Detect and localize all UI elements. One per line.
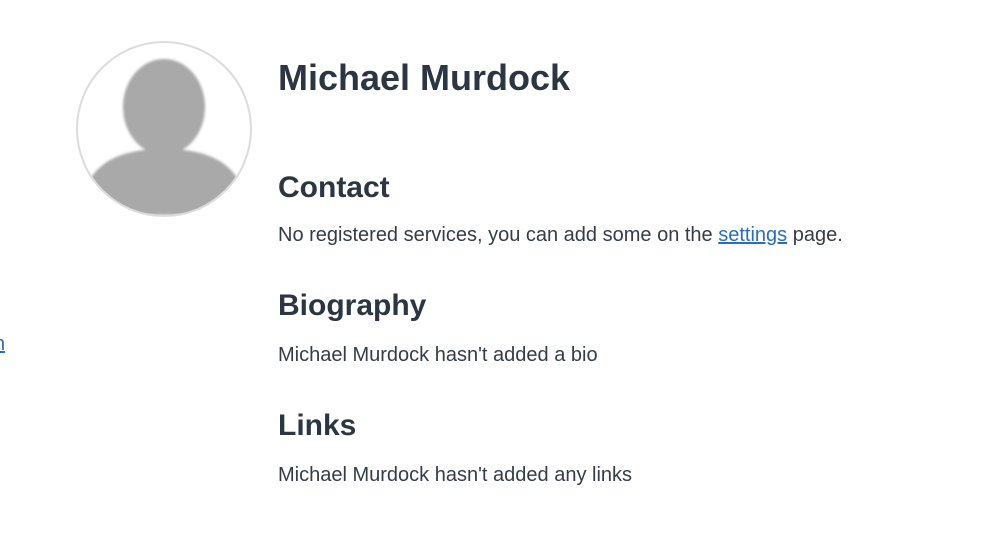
profile-details: Michael Murdock Contact No registered se… [278, 56, 978, 488]
profile-page: n Michael Murdock Contact No registered … [0, 0, 1005, 548]
contact-heading: Contact [278, 171, 390, 204]
default-user-silhouette-icon [78, 59, 250, 215]
contact-text-after: page. [787, 224, 843, 246]
avatar [76, 41, 252, 217]
contact-text: No registered services, you can add some… [278, 222, 978, 248]
biography-text: Michael Murdock hasn't added a bio [278, 344, 598, 366]
sidebar-link-fragment[interactable]: n [0, 333, 5, 356]
contact-text-before: No registered services, you can add some… [278, 224, 719, 246]
profile-name: Michael Murdock [278, 57, 571, 98]
settings-link[interactable]: settings [718, 224, 787, 246]
links-heading: Links [278, 409, 357, 442]
links-text: Michael Murdock hasn't added any links [278, 464, 633, 486]
biography-heading: Biography [278, 289, 427, 322]
